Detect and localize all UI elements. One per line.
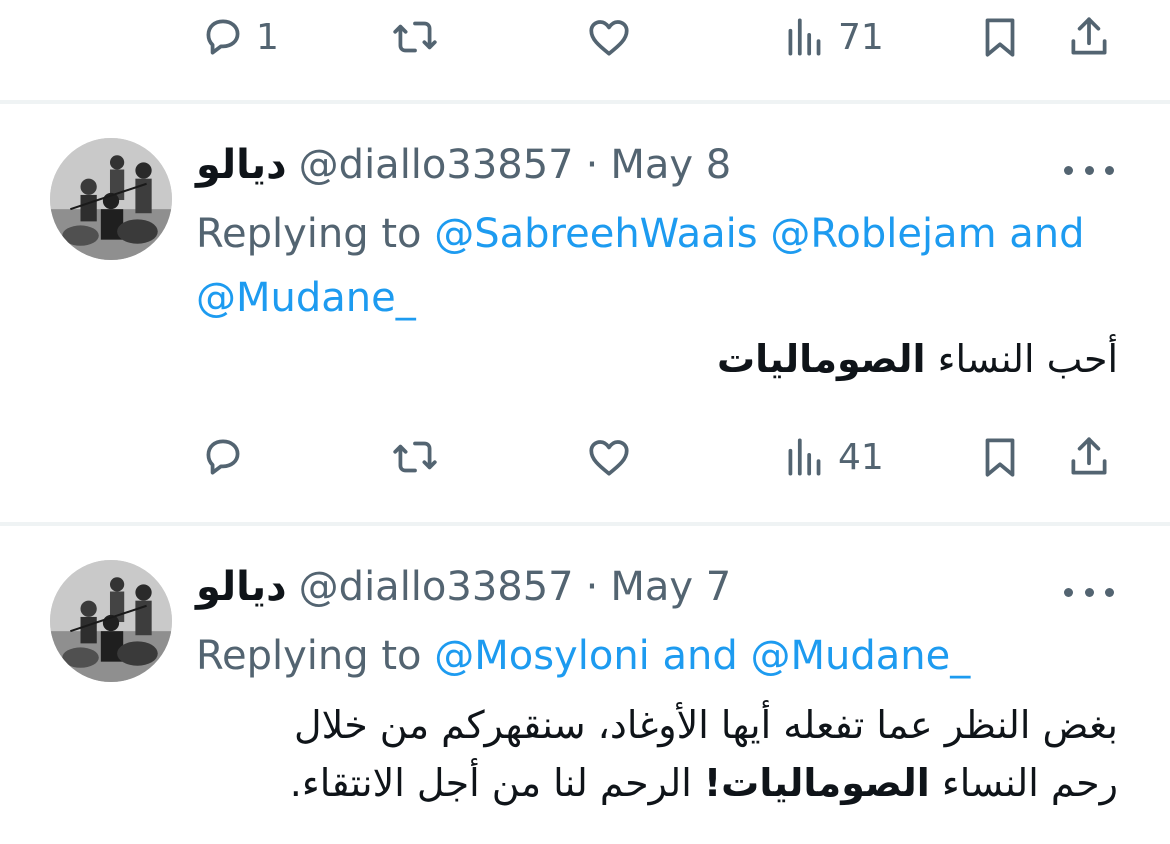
- bookmark-icon: [975, 432, 1025, 482]
- share-button[interactable]: [1064, 432, 1114, 482]
- tweet-actions: 41: [0, 420, 1170, 500]
- views-button[interactable]: 41: [780, 432, 884, 482]
- views-button[interactable]: 71: [780, 12, 884, 62]
- views-icon: [780, 432, 830, 482]
- like-icon: [584, 432, 634, 482]
- reply-button[interactable]: [198, 432, 248, 482]
- like-icon: [584, 12, 634, 62]
- avatar-photo: [50, 560, 172, 682]
- replying-to-label: Replying to: [196, 211, 422, 257]
- tweet-text-line: بغض النظر عما تفعله أيها الأوغاد، سنقهرك…: [293, 703, 1118, 747]
- mention-link[interactable]: @Mudane_: [750, 633, 970, 679]
- replying-to: Replying to @SabreehWaais @Roblejam and …: [196, 202, 1136, 330]
- bookmark-icon: [975, 12, 1025, 62]
- avatar[interactable]: [50, 560, 172, 682]
- retweet-icon: [390, 12, 440, 62]
- like-button[interactable]: [584, 432, 634, 482]
- more-icon: [1084, 587, 1094, 597]
- mention-and: and: [1009, 211, 1085, 257]
- tweet-text: أحب النساء الصوماليات: [196, 330, 1118, 388]
- more-icon: [1084, 165, 1094, 175]
- mention-link[interactable]: @Mosyloni: [434, 633, 650, 679]
- tweet-header: ديالو @diallo33857 · May 8: [196, 142, 731, 188]
- tweet-text-bold: الصوماليات: [716, 337, 926, 381]
- more-button[interactable]: [1064, 572, 1114, 612]
- tweet[interactable]: ديالو @diallo33857 · May 7 Replying to @…: [0, 526, 1170, 844]
- user-handle[interactable]: @diallo33857: [299, 564, 574, 610]
- separator: ·: [585, 564, 599, 610]
- display-name[interactable]: ديالو: [196, 564, 287, 610]
- views-count: 71: [838, 16, 884, 58]
- reply-icon: [198, 12, 248, 62]
- reply-count: 1: [256, 16, 279, 58]
- mention-link[interactable]: @Mudane_: [196, 275, 416, 321]
- tweet-header: ديالو @diallo33857 · May 7: [196, 564, 731, 610]
- share-icon: [1064, 432, 1114, 482]
- tweet-text-part: رحم النساء: [929, 761, 1118, 805]
- display-name[interactable]: ديالو: [196, 142, 287, 188]
- views-count: 41: [838, 436, 884, 478]
- bookmark-button[interactable]: [975, 12, 1025, 62]
- replying-to: Replying to @Mosyloni and @Mudane_: [196, 624, 1136, 688]
- mention-link[interactable]: @SabreehWaais: [434, 211, 757, 257]
- more-icon: [1064, 587, 1073, 597]
- tweet-text-bold: الصوماليات!: [703, 761, 930, 805]
- avatar[interactable]: [50, 138, 172, 260]
- separator: ·: [585, 142, 599, 188]
- share-icon: [1064, 12, 1114, 62]
- views-icon: [780, 12, 830, 62]
- like-button[interactable]: [584, 12, 634, 62]
- tweet-date[interactable]: May 8: [610, 142, 731, 188]
- retweet-button[interactable]: [390, 12, 440, 62]
- tweet-text-line: رحم النساء الصوماليات! الرحم لنا من أجل …: [196, 754, 1118, 812]
- more-icon: [1105, 587, 1114, 597]
- tweet-text-part: أحب النساء: [925, 337, 1118, 381]
- tweet-actions-top: 1 71: [0, 0, 1170, 80]
- avatar-photo: [50, 138, 172, 260]
- tweet-date[interactable]: May 7: [610, 564, 731, 610]
- replying-to-label: Replying to: [196, 633, 422, 679]
- more-icon: [1105, 165, 1114, 175]
- more-icon: [1064, 165, 1073, 175]
- more-button[interactable]: [1064, 150, 1114, 190]
- tweet-text-part: الرحم لنا من أجل الانتقاء.: [289, 761, 704, 805]
- retweet-button[interactable]: [390, 432, 440, 482]
- share-button[interactable]: [1064, 12, 1114, 62]
- tweet-text: بغض النظر عما تفعله أيها الأوغاد، سنقهرك…: [196, 696, 1118, 812]
- reply-button[interactable]: 1: [198, 12, 279, 62]
- user-handle[interactable]: @diallo33857: [299, 142, 574, 188]
- mention-and: and: [662, 633, 738, 679]
- reply-icon: [198, 432, 248, 482]
- tweet[interactable]: ديالو @diallo33857 · May 8 Replying to @…: [0, 104, 1170, 522]
- bookmark-button[interactable]: [975, 432, 1025, 482]
- mention-link[interactable]: @Roblejam: [770, 211, 996, 257]
- retweet-icon: [390, 432, 440, 482]
